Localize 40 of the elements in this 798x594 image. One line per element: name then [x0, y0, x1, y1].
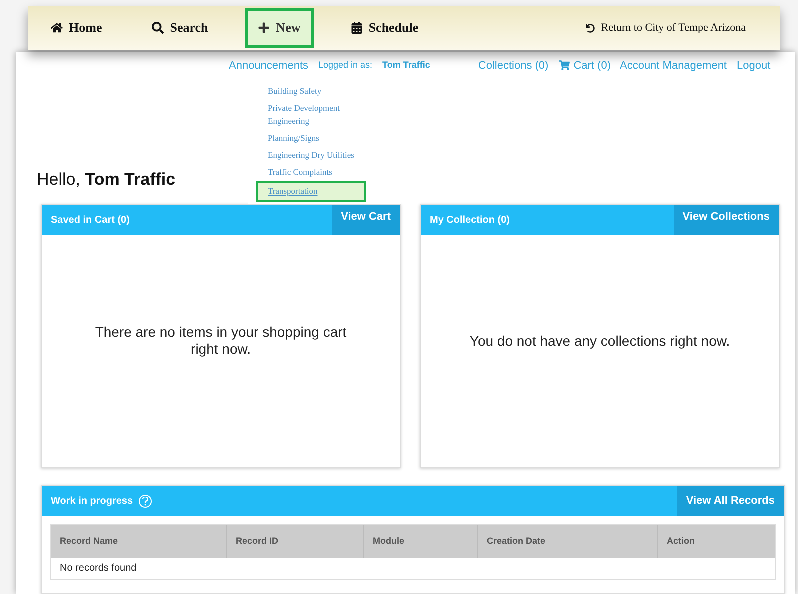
user-name: Tom Traffic	[382, 59, 430, 72]
menu-item[interactable]: Building Safety	[268, 83, 378, 100]
menu-item[interactable]: Engineering Dry Utilities	[268, 147, 378, 164]
empty-message: There are no items in your shopping cart right now.	[94, 324, 348, 358]
work-in-progress-title: Work in progress	[50, 494, 134, 509]
return-link[interactable]: Return to City of Tempe Arizona	[586, 20, 746, 36]
menu-item[interactable]: Traffic Complaints	[268, 164, 378, 181]
column-header: Creation Date	[478, 525, 658, 558]
cart-link[interactable]: Cart (0)	[558, 58, 611, 74]
panel-title: Saved in Cart (0)	[50, 214, 130, 228]
empty-message: You do not have any collections right now.	[470, 332, 730, 350]
column-header: Action	[666, 535, 696, 548]
collections-link[interactable]: Collections (0)	[478, 58, 549, 74]
column-header: Record Name	[51, 525, 227, 558]
nav-item[interactable]: Home	[38, 8, 116, 48]
panel-header-button[interactable]: View Collections	[674, 205, 779, 236]
announcements-link[interactable]: Announcements	[229, 58, 308, 74]
nav-item[interactable]: Schedule	[338, 8, 432, 48]
calendar-icon	[350, 22, 363, 34]
panel-header-button[interactable]: View Cart	[332, 205, 400, 236]
home-icon	[51, 22, 63, 34]
column-header: Record ID	[227, 525, 364, 558]
plus-icon	[258, 22, 270, 34]
menu-item[interactable]: Planning/Signs	[268, 130, 378, 147]
logged-in-label: Logged in as:	[318, 59, 373, 72]
panel-title: My Collection (0)	[429, 214, 510, 228]
search-icon	[152, 22, 164, 34]
column-header: Module	[364, 525, 478, 558]
greeting: Hello, Tom Traffic	[37, 168, 176, 191]
nav-item[interactable]: New	[245, 8, 314, 48]
help-icon[interactable]	[139, 494, 152, 508]
table-cell-text: No records found	[59, 562, 138, 576]
cart-icon	[558, 60, 570, 72]
logout-link[interactable]: Logout	[737, 58, 771, 74]
undo-icon	[586, 24, 596, 32]
menu-item[interactable]: Private Development Engineering	[268, 100, 378, 130]
nav-item[interactable]: Search	[139, 8, 222, 48]
menu-item[interactable]: Transportation	[256, 181, 366, 202]
view-all-records-button[interactable]: View All Records	[677, 486, 784, 516]
account-management-link[interactable]: Account Management	[620, 58, 727, 74]
